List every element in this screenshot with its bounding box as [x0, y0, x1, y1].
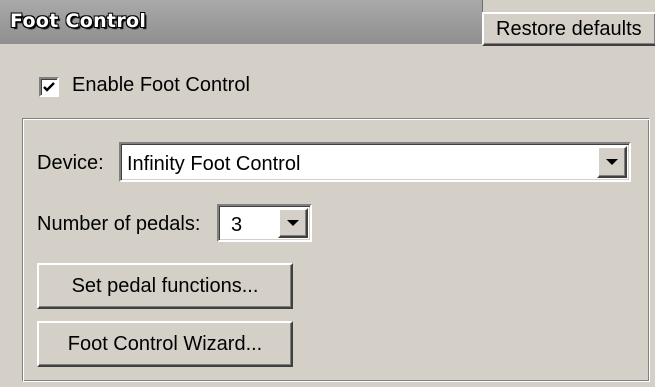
pedals-dropdown-button[interactable]	[278, 208, 308, 238]
number-of-pedals-value: 3	[231, 214, 243, 236]
foot-control-wizard-button[interactable]: Foot Control Wizard...	[37, 321, 293, 367]
chevron-down-icon	[606, 159, 618, 165]
enable-foot-control-checkbox[interactable]	[39, 77, 59, 97]
device-select-value: Infinity Foot Control	[127, 153, 301, 175]
number-of-pedals-label: Number of pedals:	[37, 213, 201, 235]
section-title: Foot Control	[10, 10, 147, 32]
device-label: Device:	[37, 152, 104, 174]
device-dropdown-button[interactable]	[597, 146, 627, 178]
device-select[interactable]: Infinity Foot Control	[119, 142, 631, 182]
chevron-down-icon	[287, 220, 299, 226]
number-of-pedals-select[interactable]: 3	[217, 204, 312, 242]
enable-foot-control-label: Enable Foot Control	[72, 74, 250, 96]
checkmark-icon	[43, 82, 55, 92]
restore-defaults-button[interactable]: Restore defaults	[482, 12, 655, 46]
set-pedal-functions-button[interactable]: Set pedal functions...	[37, 263, 293, 309]
